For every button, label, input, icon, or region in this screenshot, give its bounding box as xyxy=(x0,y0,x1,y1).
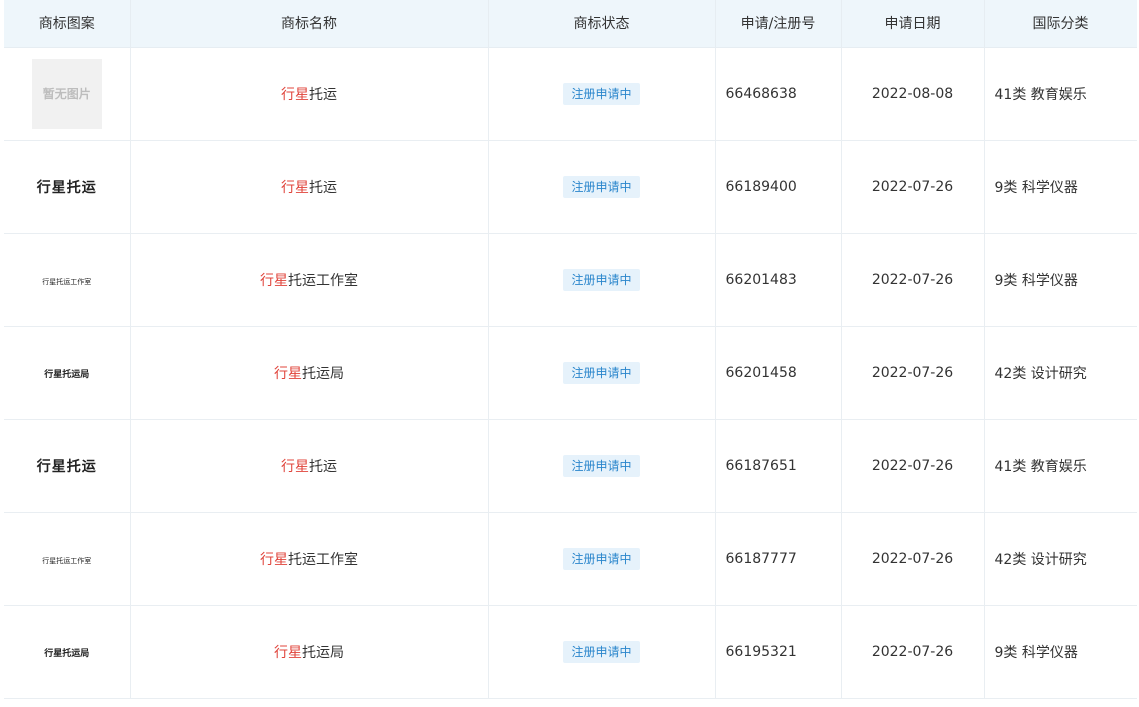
trademark-image-cell: 行星托运 xyxy=(4,419,131,513)
trademark-image-cell: 行星托运局 xyxy=(4,605,131,699)
status-badge: 注册申请中 xyxy=(563,454,640,477)
reg-no-cell: 66187651 xyxy=(715,419,842,513)
trademark-logo: 行星托运工作室 xyxy=(42,277,92,286)
name-rest: 托运 xyxy=(309,179,337,196)
status-cell: 注册申请中 xyxy=(488,47,716,141)
date-cell: 2022-07-26 xyxy=(841,140,985,234)
name-highlight: 行星 xyxy=(281,86,309,103)
trademark-image-cell: 行星托运局 xyxy=(4,326,131,420)
reg-no-cell: 66201483 xyxy=(715,233,842,327)
status-badge: 注册申请中 xyxy=(563,175,640,198)
status-badge: 注册申请中 xyxy=(563,82,640,105)
reg-no-cell: 66187777 xyxy=(715,512,842,606)
trademark-logo: 行星托运 xyxy=(36,179,97,196)
trademark-image-cell: 暂无图片 xyxy=(4,47,131,141)
name-rest: 托运 xyxy=(309,458,337,475)
header-reg-no: 申请/注册号 xyxy=(715,0,842,48)
name-highlight: 行星 xyxy=(281,179,309,196)
trademark-image-cell: 行星托运 xyxy=(4,140,131,234)
reg-no-cell: 66189400 xyxy=(715,140,842,234)
table-row[interactable]: 暂无图片 行星托运 注册申请中 66468638 2022-08-08 41类 … xyxy=(4,47,1137,141)
reg-no-cell: 66195321 xyxy=(715,605,842,699)
name-rest: 托运工作室 xyxy=(288,551,358,568)
status-badge: 注册申请中 xyxy=(563,640,640,663)
date-cell: 2022-08-08 xyxy=(841,47,985,141)
status-cell: 注册申请中 xyxy=(488,233,716,327)
trademark-logo: 行星托运局 xyxy=(44,648,90,659)
trademark-name-cell[interactable]: 行星托运局 xyxy=(130,605,489,699)
header-date: 申请日期 xyxy=(841,0,985,48)
trademark-image-cell: 行星托运工作室 xyxy=(4,233,131,327)
status-badge: 注册申请中 xyxy=(563,361,640,384)
class-cell: 9类 科学仪器 xyxy=(984,605,1137,699)
reg-no-cell: 66468638 xyxy=(715,47,842,141)
table-row[interactable]: 行星托运工作室 行星托运工作室 注册申请中 66187777 2022-07-2… xyxy=(4,512,1137,606)
header-image: 商标图案 xyxy=(4,0,131,48)
header-status: 商标状态 xyxy=(488,0,716,48)
table-row[interactable]: 行星托运 行星托运 注册申请中 66189400 2022-07-26 9类 科… xyxy=(4,140,1137,234)
date-cell: 2022-07-26 xyxy=(841,605,985,699)
trademark-table-container: 商标图案 商标名称 商标状态 申请/注册号 申请日期 国际分类 暂无图片 行星托… xyxy=(4,0,1137,707)
trademark-name-cell[interactable]: 行星托运 xyxy=(130,47,489,141)
name-highlight: 行星 xyxy=(274,365,302,382)
name-highlight: 行星 xyxy=(260,272,288,289)
trademark-logo: 行星托运 xyxy=(36,458,97,475)
class-cell: 9类 科学仪器 xyxy=(984,140,1137,234)
date-cell: 2022-07-26 xyxy=(841,233,985,327)
trademark-table: 商标图案 商标名称 商标状态 申请/注册号 申请日期 国际分类 暂无图片 行星托… xyxy=(4,0,1137,699)
class-cell: 42类 设计研究 xyxy=(984,326,1137,420)
status-badge: 注册申请中 xyxy=(563,547,640,570)
trademark-name-cell[interactable]: 行星托运工作室 xyxy=(130,233,489,327)
name-rest: 托运工作室 xyxy=(288,272,358,289)
trademark-logo: 行星托运局 xyxy=(44,369,90,380)
trademark-image-cell: 行星托运工作室 xyxy=(4,512,131,606)
name-highlight: 行星 xyxy=(274,644,302,661)
status-cell: 注册申请中 xyxy=(488,512,716,606)
reg-no-cell: 66201458 xyxy=(715,326,842,420)
trademark-name-cell[interactable]: 行星托运 xyxy=(130,140,489,234)
class-cell: 42类 设计研究 xyxy=(984,512,1137,606)
table-row[interactable]: 行星托运局 行星托运局 注册申请中 66201458 2022-07-26 42… xyxy=(4,326,1137,420)
trademark-logo: 行星托运工作室 xyxy=(42,556,92,565)
status-cell: 注册申请中 xyxy=(488,140,716,234)
name-highlight: 行星 xyxy=(260,551,288,568)
status-cell: 注册申请中 xyxy=(488,419,716,513)
name-rest: 托运局 xyxy=(302,365,344,382)
class-cell: 41类 教育娱乐 xyxy=(984,419,1137,513)
table-header-row: 商标图案 商标名称 商标状态 申请/注册号 申请日期 国际分类 xyxy=(4,0,1137,48)
header-class: 国际分类 xyxy=(984,0,1137,48)
table-row[interactable]: 行星托运局 行星托运局 注册申请中 66195321 2022-07-26 9类… xyxy=(4,605,1137,699)
name-rest: 托运局 xyxy=(302,644,344,661)
date-cell: 2022-07-26 xyxy=(841,512,985,606)
status-cell: 注册申请中 xyxy=(488,605,716,699)
no-image-placeholder: 暂无图片 xyxy=(31,58,102,129)
name-highlight: 行星 xyxy=(281,458,309,475)
class-cell: 41类 教育娱乐 xyxy=(984,47,1137,141)
date-cell: 2022-07-26 xyxy=(841,419,985,513)
name-rest: 托运 xyxy=(309,86,337,103)
trademark-name-cell[interactable]: 行星托运 xyxy=(130,419,489,513)
table-row[interactable]: 行星托运 行星托运 注册申请中 66187651 2022-07-26 41类 … xyxy=(4,419,1137,513)
status-badge: 注册申请中 xyxy=(563,268,640,291)
date-cell: 2022-07-26 xyxy=(841,326,985,420)
table-row[interactable]: 行星托运工作室 行星托运工作室 注册申请中 66201483 2022-07-2… xyxy=(4,233,1137,327)
class-cell: 9类 科学仪器 xyxy=(984,233,1137,327)
trademark-name-cell[interactable]: 行星托运工作室 xyxy=(130,512,489,606)
header-name: 商标名称 xyxy=(130,0,489,48)
trademark-name-cell[interactable]: 行星托运局 xyxy=(130,326,489,420)
status-cell: 注册申请中 xyxy=(488,326,716,420)
